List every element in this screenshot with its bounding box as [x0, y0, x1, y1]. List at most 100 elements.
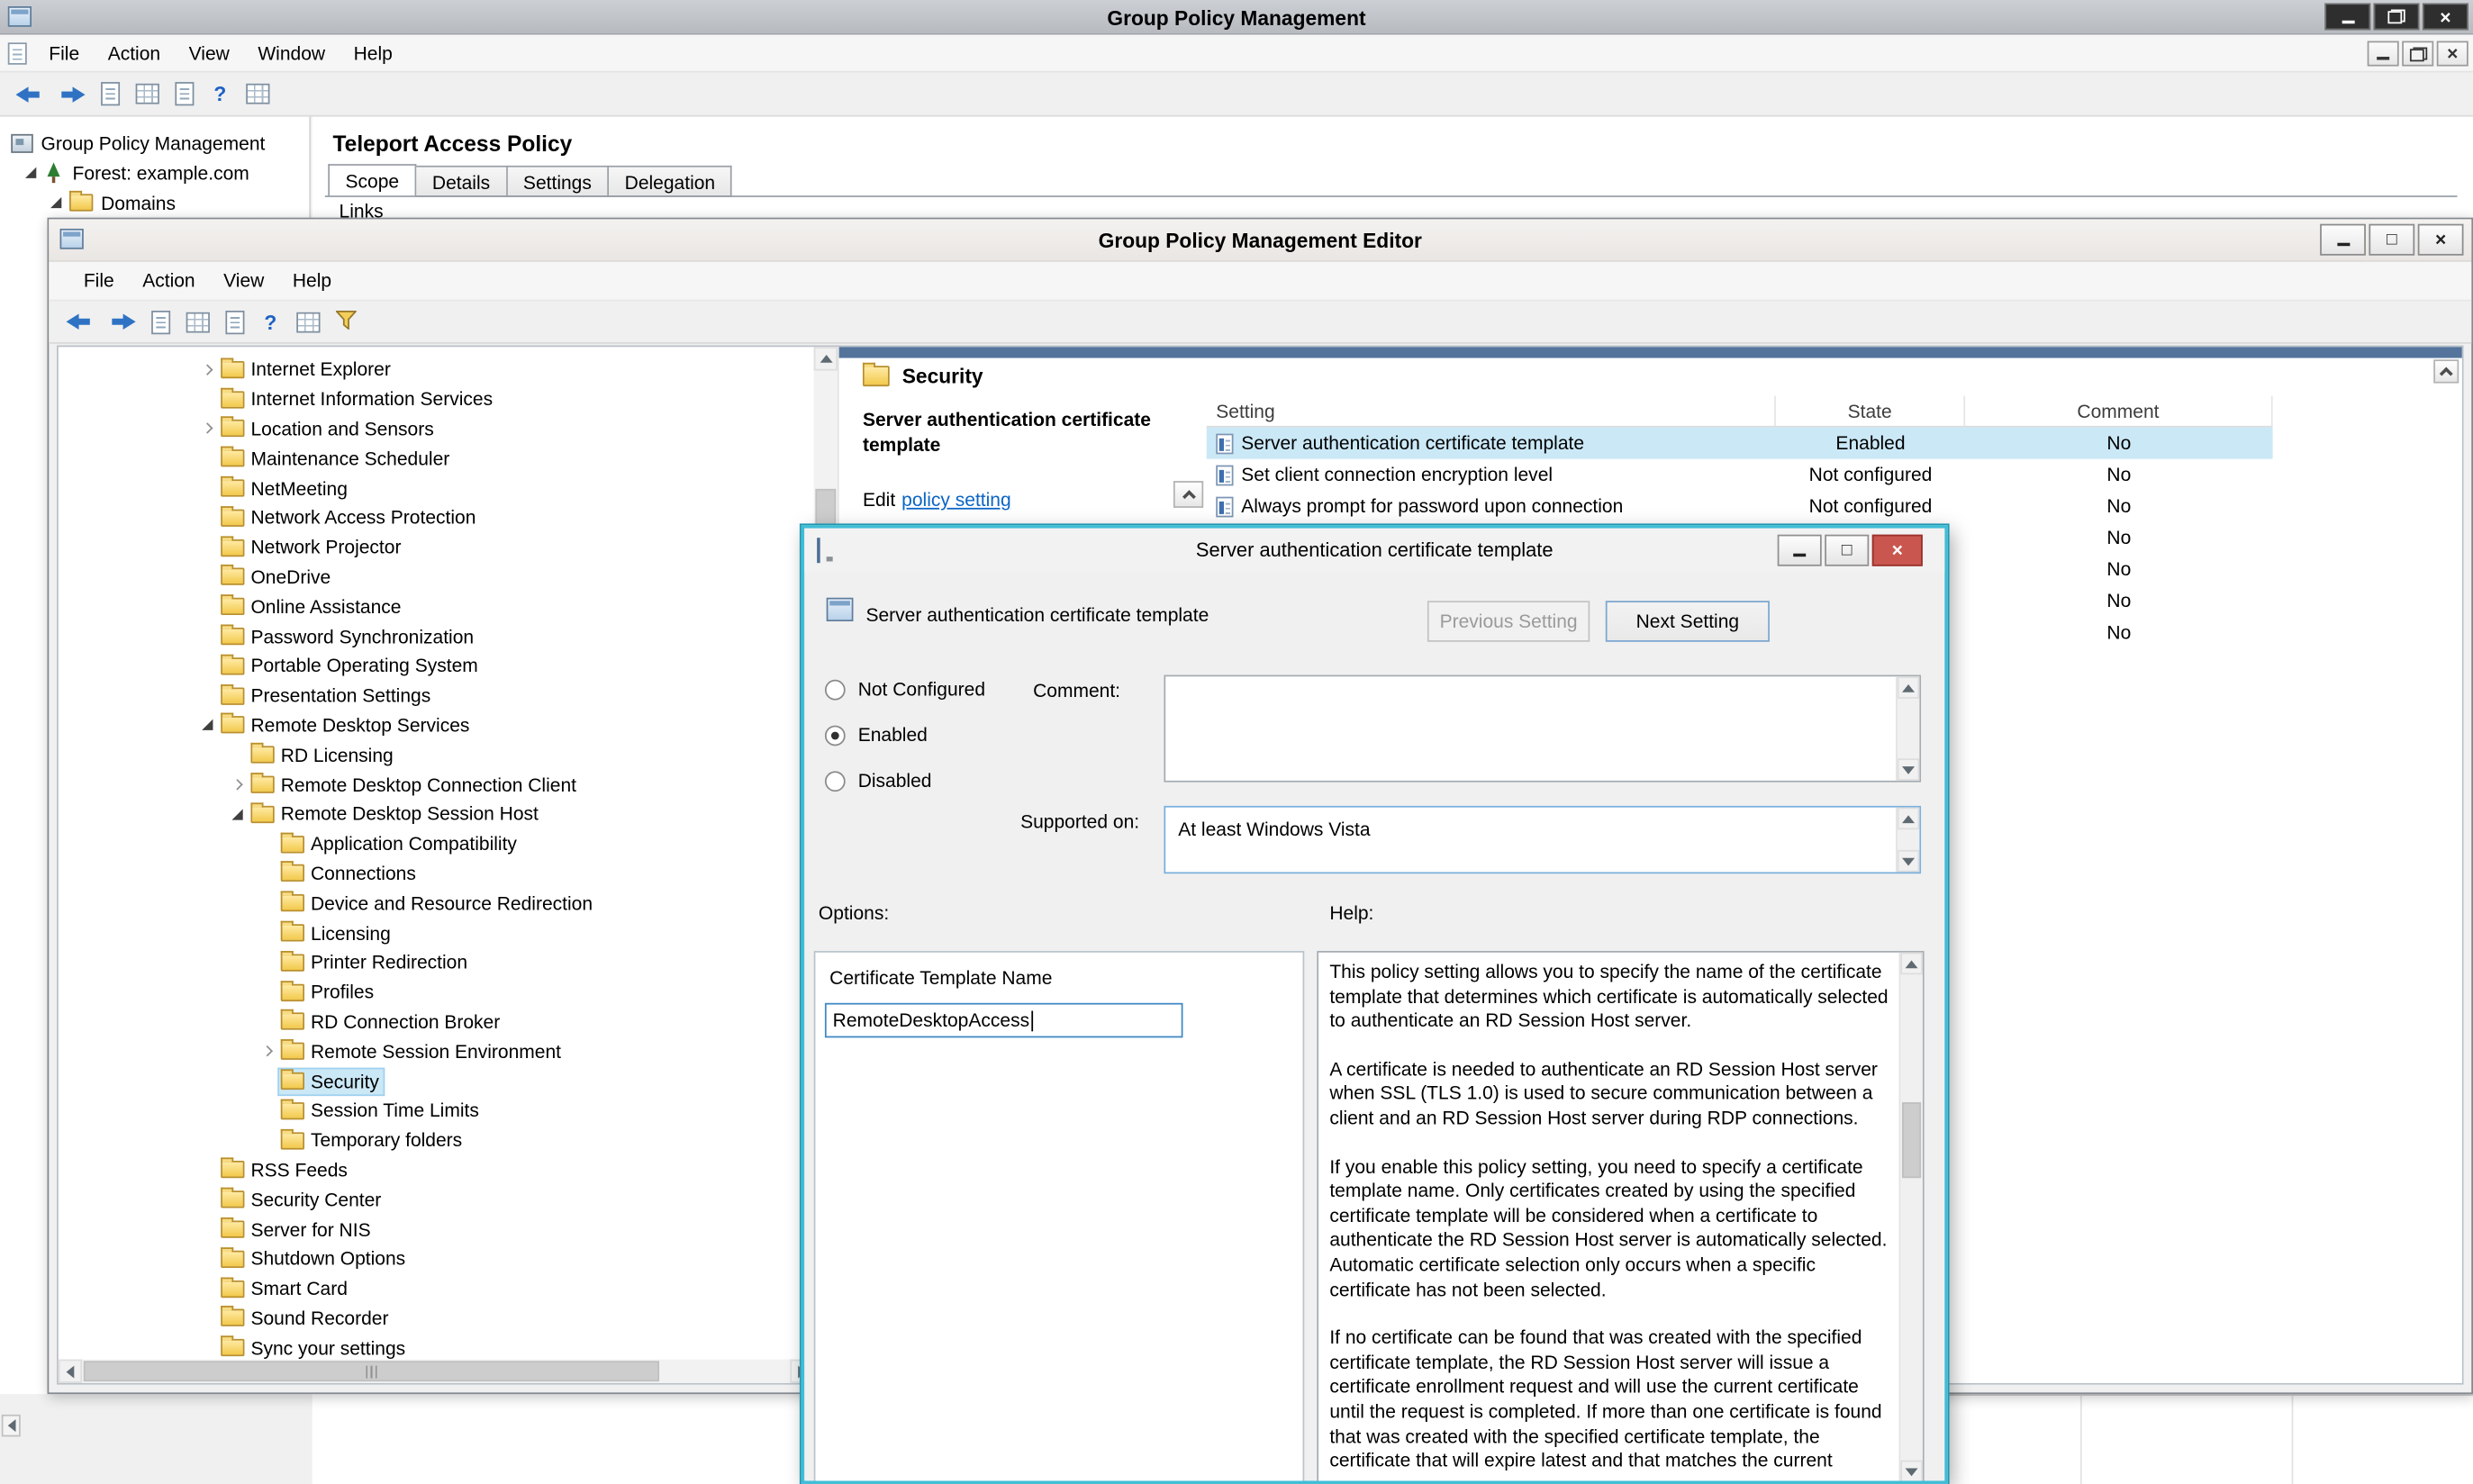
tree-item-sync-your-settings[interactable]: Sync your settings — [59, 1333, 814, 1359]
back-icon[interactable] — [16, 85, 43, 104]
tab-settings[interactable]: Settings — [507, 166, 609, 197]
tree-item-server-for-nis[interactable]: Server for NIS — [59, 1215, 814, 1244]
list-view-icon[interactable] — [186, 312, 210, 332]
document-icon[interactable] — [151, 310, 170, 333]
dialog-minimize-button[interactable] — [1778, 535, 1822, 566]
forward-icon[interactable] — [59, 85, 86, 104]
scroll-up-button[interactable] — [1898, 808, 1920, 830]
collapsed-icon[interactable] — [195, 366, 219, 374]
results-scroll-up[interactable] — [2433, 359, 2459, 383]
dialog-close-button[interactable]: × — [1872, 535, 1923, 566]
tab-details[interactable]: Details — [416, 166, 507, 197]
column-header-comment[interactable]: Comment — [1965, 396, 2272, 426]
help-scrollbar[interactable] — [1899, 953, 1923, 1482]
expanded-icon[interactable] — [50, 197, 61, 208]
tree-item-maintenance-scheduler[interactable]: Maintenance Scheduler — [59, 444, 814, 474]
filter-icon[interactable] — [336, 310, 357, 333]
tree-item-rss-feeds[interactable]: RSS Feeds — [59, 1155, 814, 1185]
scroll-left-button[interactable] — [2, 1415, 21, 1437]
tree-item-application-compatibility[interactable]: Application Compatibility — [59, 829, 814, 859]
tree-item-network-projector[interactable]: Network Projector — [59, 533, 814, 563]
scroll-down-button[interactable] — [1898, 850, 1920, 873]
certificate-template-name-input[interactable]: RemoteDesktopAccess — [825, 1003, 1183, 1038]
gpm-titlebar[interactable]: Group Policy Management × — [0, 0, 2473, 35]
tree-item-security-center[interactable]: Security Center — [59, 1185, 814, 1215]
scrollbar-thumb[interactable] — [84, 1361, 659, 1381]
gpme-minimize-button[interactable] — [2320, 224, 2366, 256]
tree-item-sound-recorder[interactable]: Sound Recorder — [59, 1303, 814, 1333]
restore-button[interactable] — [2374, 4, 2420, 31]
columns-icon[interactable] — [246, 84, 269, 104]
document-icon[interactable] — [101, 82, 120, 105]
gpme-menu-view[interactable]: View — [209, 263, 278, 298]
tree-item-domains[interactable]: Domains — [0, 187, 309, 217]
tree-item-presentation-settings[interactable]: Presentation Settings — [59, 681, 814, 710]
expanded-icon[interactable] — [195, 719, 219, 730]
tree-horizontal-scrollbar[interactable] — [59, 1360, 814, 1383]
tree-item-netmeeting[interactable]: NetMeeting — [59, 474, 814, 503]
tree-item-internet-information-services[interactable]: Internet Information Services — [59, 385, 814, 414]
scroll-up-button[interactable] — [1900, 953, 1923, 975]
tree-item-remote-session-environment[interactable]: Remote Session Environment — [59, 1036, 814, 1066]
settings-row[interactable]: Set client connection encryption levelNo… — [1207, 459, 2273, 491]
tree-item-location-and-sensors[interactable]: Location and Sensors — [59, 414, 814, 444]
settings-row[interactable]: Always prompt for password upon connecti… — [1207, 491, 2273, 522]
minimize-button[interactable] — [2324, 4, 2370, 31]
tree-item-remote-desktop-session-host[interactable]: Remote Desktop Session Host — [59, 800, 814, 829]
tree-item-device-and-resource-redirection[interactable]: Device and Resource Redirection — [59, 889, 814, 918]
export-list-icon[interactable] — [225, 310, 244, 333]
forward-icon[interactable] — [109, 312, 136, 331]
refresh-icon[interactable] — [175, 82, 194, 105]
list-view-icon[interactable] — [136, 84, 159, 104]
dialog-maximize-button[interactable]: □ — [1825, 535, 1869, 566]
tab-scope[interactable]: Scope — [328, 164, 416, 197]
next-setting-button[interactable]: Next Setting — [1606, 601, 1770, 642]
gpme-titlebar[interactable]: Group Policy Management Editor □ × — [49, 219, 2471, 261]
close-button[interactable]: × — [2423, 4, 2468, 31]
previous-setting-button[interactable]: Previous Setting — [1427, 601, 1590, 642]
tree-item-security[interactable]: Security — [59, 1066, 814, 1096]
scroll-up-button[interactable] — [1898, 676, 1920, 699]
comment-textarea[interactable] — [1164, 675, 1921, 783]
tree-item-printer-redirection[interactable]: Printer Redirection — [59, 947, 814, 977]
settings-row[interactable]: Server authentication certificate templa… — [1207, 428, 2273, 459]
help-icon[interactable]: ? — [210, 82, 231, 105]
mdi-minimize-button[interactable] — [2368, 41, 2399, 67]
tree-item-connections[interactable]: Connections — [59, 859, 814, 889]
column-header-setting[interactable]: Setting — [1207, 396, 1776, 426]
tree-item-session-time-limits[interactable]: Session Time Limits — [59, 1096, 814, 1126]
tree-item-smart-card[interactable]: Smart Card — [59, 1274, 814, 1304]
policy-setting-link[interactable]: policy setting — [901, 489, 1010, 511]
tree-item-portable-operating-system[interactable]: Portable Operating System — [59, 651, 814, 681]
tree-item-password-synchronization[interactable]: Password Synchronization — [59, 621, 814, 651]
gpm-menu-file[interactable]: File — [35, 35, 94, 70]
scroll-left-button[interactable] — [59, 1360, 82, 1383]
tree-item-profiles[interactable]: Profiles — [59, 977, 814, 1007]
supported-on-scrollbar[interactable] — [1896, 808, 1919, 873]
tree-item-rd-connection-broker[interactable]: RD Connection Broker — [59, 1007, 814, 1036]
help-icon[interactable]: ? — [260, 310, 281, 333]
collapsed-icon[interactable] — [225, 781, 249, 789]
extended-pane-scroll-up[interactable] — [1173, 481, 1203, 508]
scrollbar-thumb[interactable] — [1902, 1102, 1921, 1178]
gpme-maximize-button[interactable]: □ — [2369, 224, 2414, 256]
expanded-icon[interactable] — [25, 167, 36, 178]
tree-item-temporary-folders[interactable]: Temporary folders — [59, 1126, 814, 1155]
tree-item-online-assistance[interactable]: Online Assistance — [59, 592, 814, 621]
gpm-menu-action[interactable]: Action — [94, 35, 175, 70]
columns-icon[interactable] — [296, 312, 320, 332]
radio-enabled[interactable]: Enabled — [825, 722, 928, 747]
gpme-menu-action[interactable]: Action — [128, 263, 209, 298]
gpm-menu-window[interactable]: Window — [244, 35, 340, 70]
tree-item-network-access-protection[interactable]: Network Access Protection — [59, 503, 814, 533]
gpme-menu-file[interactable]: File — [69, 263, 128, 298]
tree-item-shutdown-options[interactable]: Shutdown Options — [59, 1244, 814, 1274]
radio-disabled[interactable]: Disabled — [825, 768, 932, 793]
gpm-menu-help[interactable]: Help — [340, 35, 407, 70]
comment-scrollbar[interactable] — [1896, 676, 1919, 781]
column-header-state[interactable]: State — [1776, 396, 1965, 426]
tree-item-remote-desktop-connection-client[interactable]: Remote Desktop Connection Client — [59, 770, 814, 800]
tree-item-onedrive[interactable]: OneDrive — [59, 562, 814, 592]
mdi-close-button[interactable]: × — [2437, 41, 2468, 67]
gpm-menu-view[interactable]: View — [175, 35, 244, 70]
